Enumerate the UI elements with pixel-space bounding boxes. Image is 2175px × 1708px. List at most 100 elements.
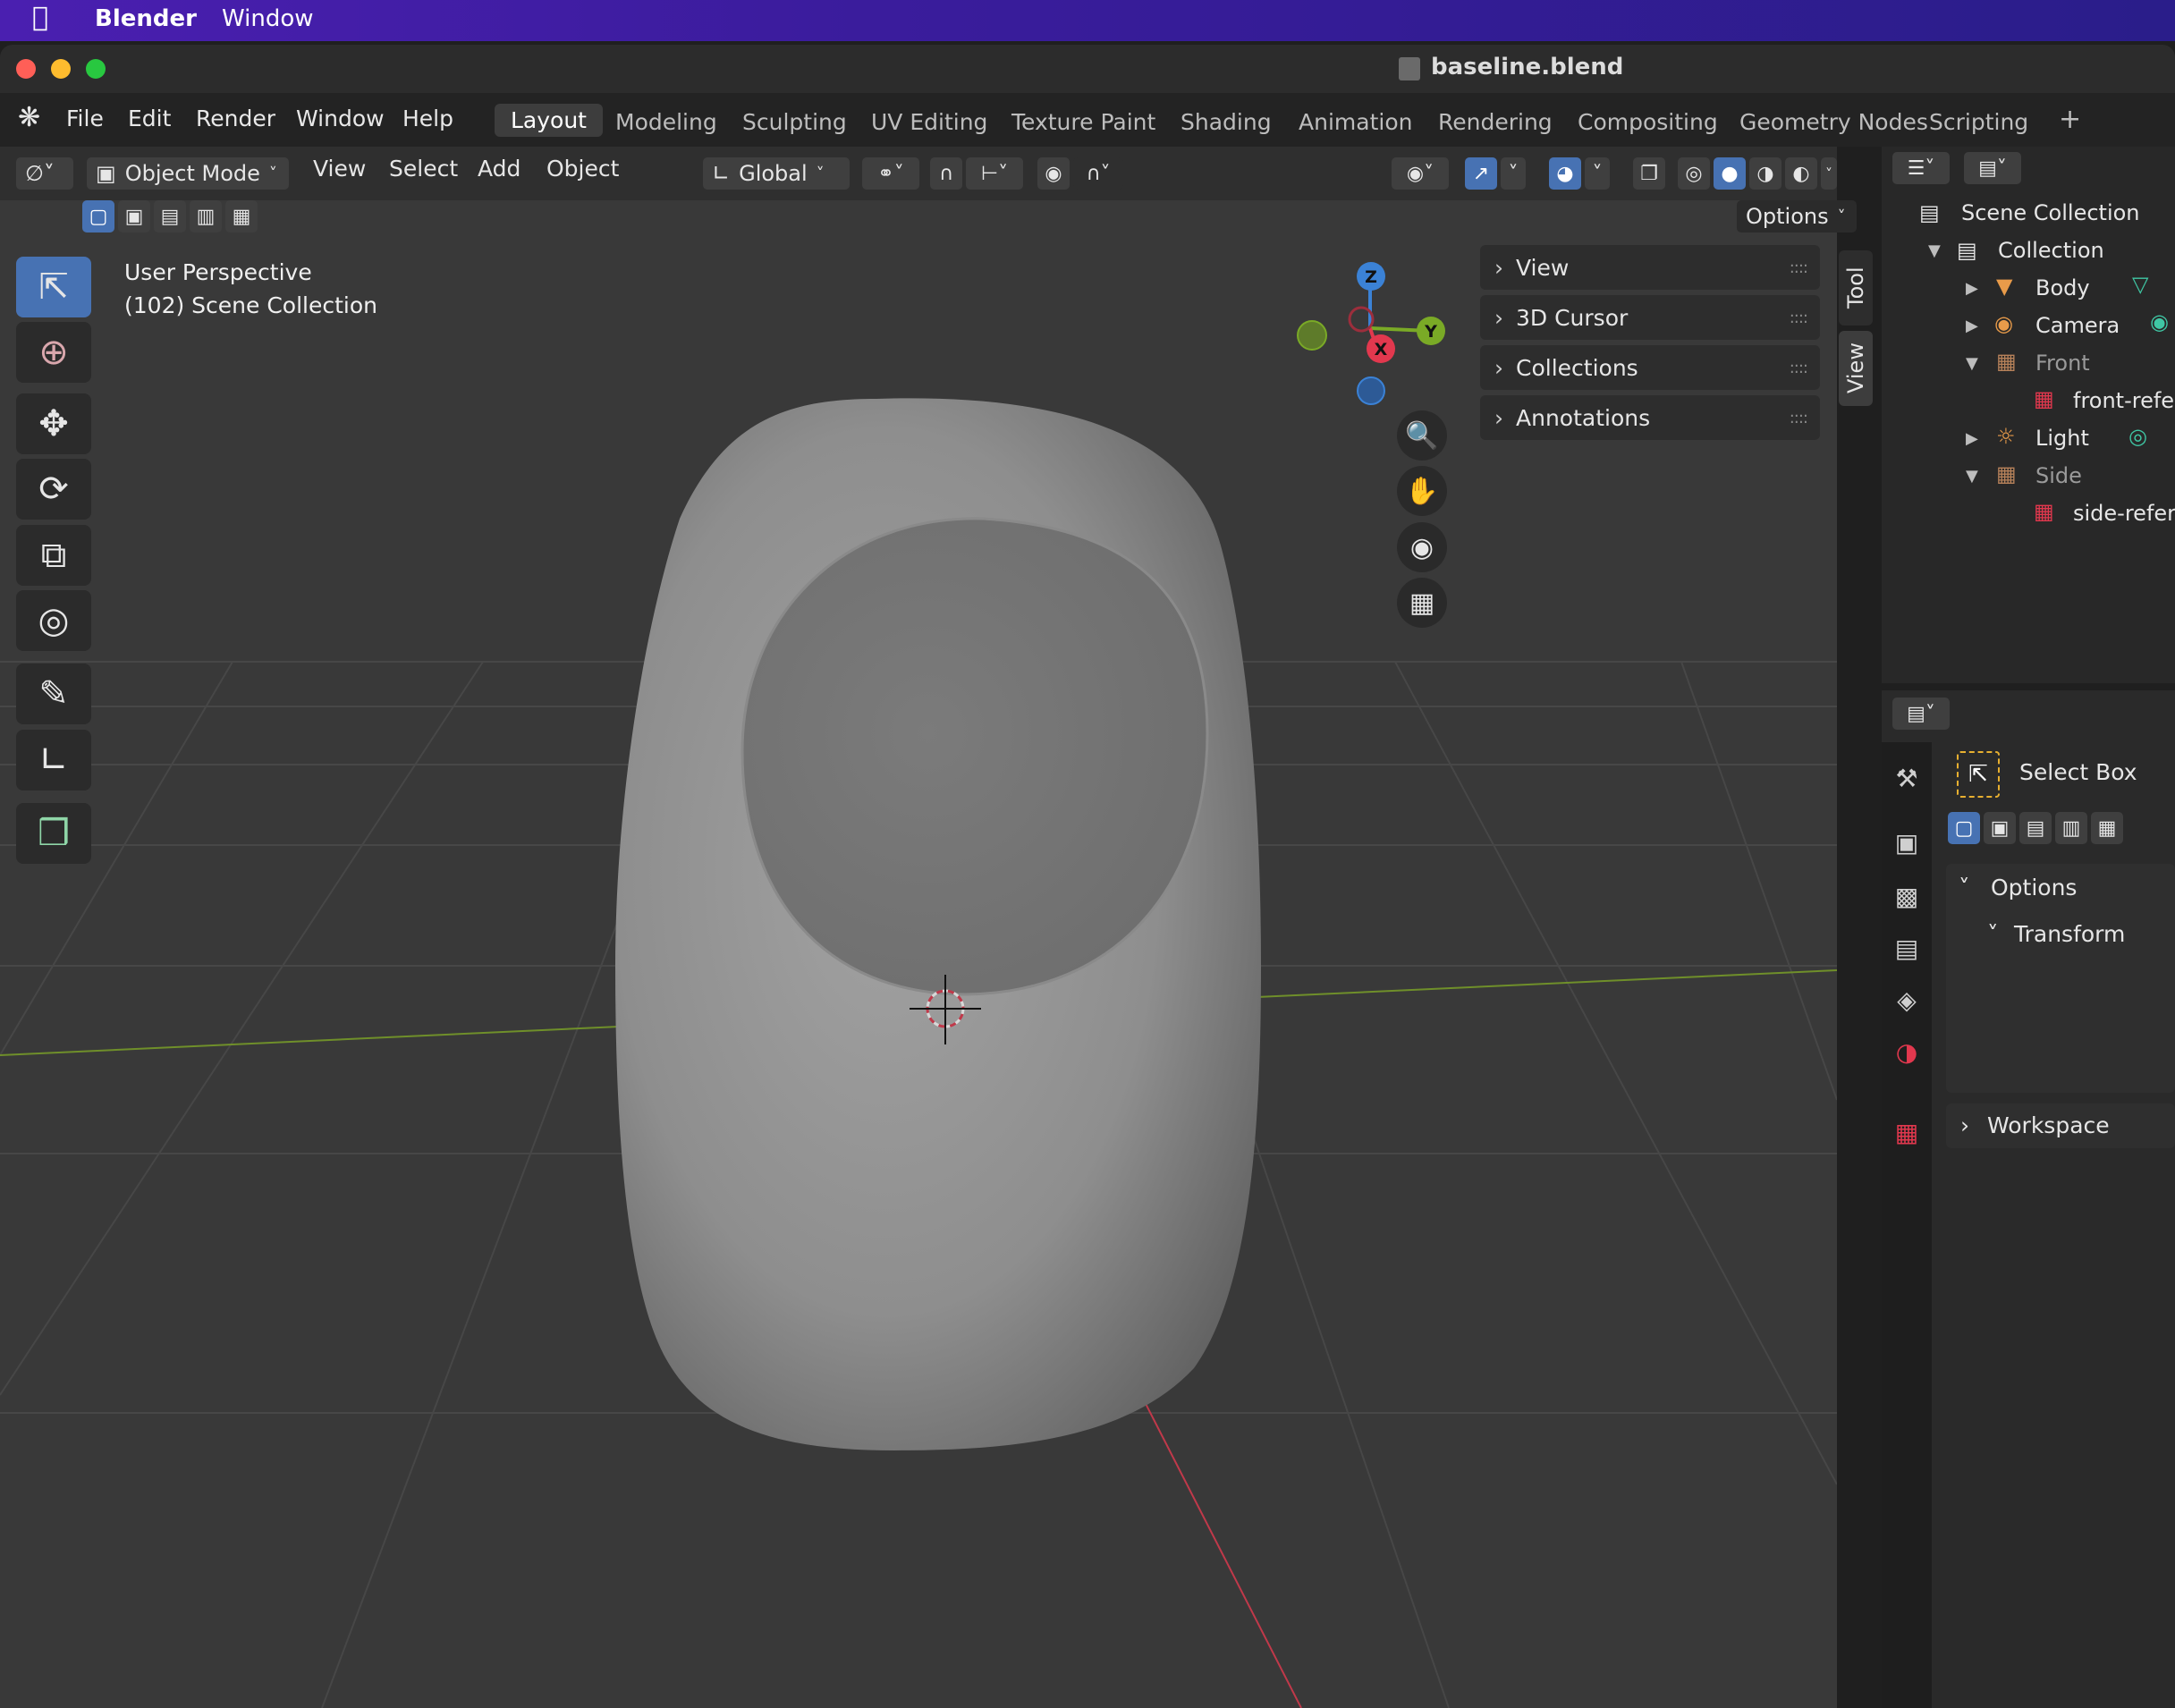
drag-handle-icon[interactable]: :::: xyxy=(1790,409,1808,427)
add-workspace-button[interactable]: + xyxy=(2059,104,2081,135)
expand-triangle-icon[interactable]: ▼ xyxy=(1928,241,1941,260)
menu-render[interactable]: Render xyxy=(196,106,275,131)
select-mode-intersect-icon[interactable]: ▦ xyxy=(225,200,258,233)
outliner-item-side-reference[interactable]: side-refer xyxy=(2073,501,2175,526)
options-dropdown[interactable]: Options ˅ xyxy=(1737,200,1857,233)
properties-editor-type-icon[interactable]: ▤˅ xyxy=(1892,698,1950,730)
cursor-tool[interactable]: ⊕ xyxy=(16,322,91,383)
expand-triangle-icon[interactable]: ▼ xyxy=(1966,467,1978,486)
transform-orientation-dropdown[interactable]: ∟ Global ˅ xyxy=(703,157,850,190)
prop-select-mode-subtract-icon[interactable]: ▤ xyxy=(2019,812,2052,844)
viewport-menu-view[interactable]: View xyxy=(313,156,366,182)
editor-type-button[interactable]: ∅˅ xyxy=(16,157,73,190)
scale-tool[interactable]: ⧉ xyxy=(16,525,91,586)
prop-select-mode-invert-icon[interactable]: ▥ xyxy=(2055,812,2087,844)
window-menu[interactable]: Window xyxy=(222,5,314,32)
outliner-collection[interactable]: Collection xyxy=(1998,238,2104,263)
prop-select-mode-new-icon[interactable]: ▢ xyxy=(1948,812,1980,844)
snap-target-icon[interactable]: ⊢˅ xyxy=(966,157,1023,190)
chevron-down-icon[interactable]: ˅ xyxy=(1959,875,1970,901)
camera-view-button[interactable]: ◉ xyxy=(1397,522,1447,572)
pan-view-button[interactable]: ✋ xyxy=(1397,466,1447,516)
select-mode-new-icon[interactable]: ▢ xyxy=(82,200,114,233)
gizmo-neg-y-icon[interactable] xyxy=(1297,320,1327,351)
gizmo-dropdown-icon[interactable]: ˅ xyxy=(1501,157,1526,190)
outliner-scene-collection[interactable]: Scene Collection xyxy=(1961,200,2140,225)
world-properties-tab-icon[interactable]: ◑ xyxy=(1889,1034,1925,1070)
chevron-down-icon[interactable]: ˅ xyxy=(1987,921,1999,947)
tab-layout[interactable]: Layout xyxy=(495,104,603,137)
visibility-eye-icon[interactable]: ◉˅ xyxy=(1392,157,1449,190)
annotate-tool[interactable]: ✎ xyxy=(16,664,91,724)
outliner-item-front-reference[interactable]: front-refer xyxy=(2073,388,2175,413)
transform-section-header[interactable]: Transform xyxy=(2014,921,2125,947)
app-menu[interactable]: Blender xyxy=(95,5,197,32)
outliner-editor-type-icon[interactable]: ☰˅ xyxy=(1892,152,1950,184)
tab-shading[interactable]: Shading xyxy=(1181,109,1272,135)
options-section-header[interactable]: Options xyxy=(1991,875,2077,901)
menu-edit[interactable]: Edit xyxy=(128,106,171,131)
mode-dropdown[interactable]: ▣ Object Mode ˅ xyxy=(87,157,289,190)
snap-toggle-icon[interactable]: ∩ xyxy=(930,157,962,190)
prop-select-mode-intersect-icon[interactable]: ▦ xyxy=(2091,812,2123,844)
falloff-icon[interactable]: ∩˅ xyxy=(1073,157,1123,190)
chevron-right-icon[interactable]: › xyxy=(1960,1112,1969,1138)
render-properties-tab-icon[interactable]: ▣ xyxy=(1889,824,1925,860)
expand-triangle-icon[interactable]: ▶ xyxy=(1966,429,1978,448)
npanel-collections-section[interactable]: › Collections :::: xyxy=(1480,345,1820,390)
npanel-annotations-section[interactable]: › Annotations :::: xyxy=(1480,395,1820,440)
drag-handle-icon[interactable]: :::: xyxy=(1790,309,1808,327)
scene-properties-tab-icon[interactable]: ◈ xyxy=(1889,982,1925,1018)
tab-geometry-nodes[interactable]: Geometry Nodes xyxy=(1739,109,1928,135)
view-layer-tab-icon[interactable]: ▤ xyxy=(1889,930,1925,966)
pivot-point-icon[interactable]: ⚭˅ xyxy=(862,157,919,190)
rotate-tool[interactable]: ⟳ xyxy=(16,459,91,520)
output-properties-tab-icon[interactable]: ▩ xyxy=(1889,878,1925,914)
tab-compositing[interactable]: Compositing xyxy=(1578,109,1718,135)
npanel-view-section[interactable]: › View :::: xyxy=(1480,245,1820,290)
add-cube-tool[interactable]: ❒ xyxy=(16,803,91,864)
move-tool[interactable]: ✥ xyxy=(16,393,91,454)
select-mode-invert-icon[interactable]: ▥ xyxy=(190,200,222,233)
gizmo-toggle-icon[interactable]: ↗ xyxy=(1465,157,1497,190)
expand-triangle-icon[interactable]: ▶ xyxy=(1966,279,1978,298)
zoom-window-button[interactable] xyxy=(86,59,106,79)
tab-modeling[interactable]: Modeling xyxy=(615,109,717,135)
overlay-dropdown-icon[interactable]: ˅ xyxy=(1585,157,1610,190)
expand-triangle-icon[interactable]: ▼ xyxy=(1966,354,1978,373)
transform-tool[interactable]: ◎ xyxy=(16,590,91,651)
tab-texture-paint[interactable]: Texture Paint xyxy=(1011,109,1155,135)
tab-scripting[interactable]: Scripting xyxy=(1929,109,2028,135)
ortho-toggle-button[interactable]: ▦ xyxy=(1397,578,1447,628)
texture-properties-tab-icon[interactable]: ▦ xyxy=(1889,1114,1925,1150)
prop-select-mode-extend-icon[interactable]: ▣ xyxy=(1984,812,2016,844)
wireframe-shading-icon[interactable]: ◎ xyxy=(1678,157,1710,190)
viewport-menu-object[interactable]: Object xyxy=(546,156,619,182)
outliner-display-mode-icon[interactable]: ▤˅ xyxy=(1964,152,2021,184)
viewport-menu-select[interactable]: Select xyxy=(389,156,458,182)
tool-properties-tab-icon[interactable]: ⚒ xyxy=(1889,760,1925,796)
drag-handle-icon[interactable]: :::: xyxy=(1790,258,1808,277)
solid-shading-icon[interactable]: ● xyxy=(1714,157,1746,190)
tab-uv-editing[interactable]: UV Editing xyxy=(871,109,987,135)
xray-toggle-icon[interactable]: ❐ xyxy=(1633,157,1665,190)
blender-logo-icon[interactable]: ❋ xyxy=(18,102,40,133)
expand-triangle-icon[interactable]: ▶ xyxy=(1966,317,1978,335)
measure-tool[interactable]: ∟ xyxy=(16,730,91,791)
face-plate-mesh[interactable] xyxy=(741,517,1209,996)
rendered-shading-icon[interactable]: ◐ xyxy=(1785,157,1817,190)
select-box-tool[interactable]: ⇱ xyxy=(16,257,91,317)
apple-menu-icon[interactable]:  xyxy=(32,2,48,33)
drag-handle-icon[interactable]: :::: xyxy=(1790,359,1808,377)
outliner-item-body[interactable]: Body xyxy=(2035,275,2090,300)
proportional-editing-icon[interactable]: ◉ xyxy=(1037,157,1070,190)
close-window-button[interactable] xyxy=(16,59,36,79)
npanel-3d-cursor-section[interactable]: › 3D Cursor :::: xyxy=(1480,295,1820,340)
zoom-view-button[interactable]: 🔍 xyxy=(1397,410,1447,461)
select-mode-subtract-icon[interactable]: ▤ xyxy=(154,200,186,233)
gizmo-neg-z-icon[interactable] xyxy=(1357,376,1385,405)
tab-rendering[interactable]: Rendering xyxy=(1438,109,1553,135)
select-mode-extend-icon[interactable]: ▣ xyxy=(118,200,150,233)
npanel-tab-tool[interactable]: Tool xyxy=(1839,250,1873,326)
viewport-menu-add[interactable]: Add xyxy=(478,156,520,182)
